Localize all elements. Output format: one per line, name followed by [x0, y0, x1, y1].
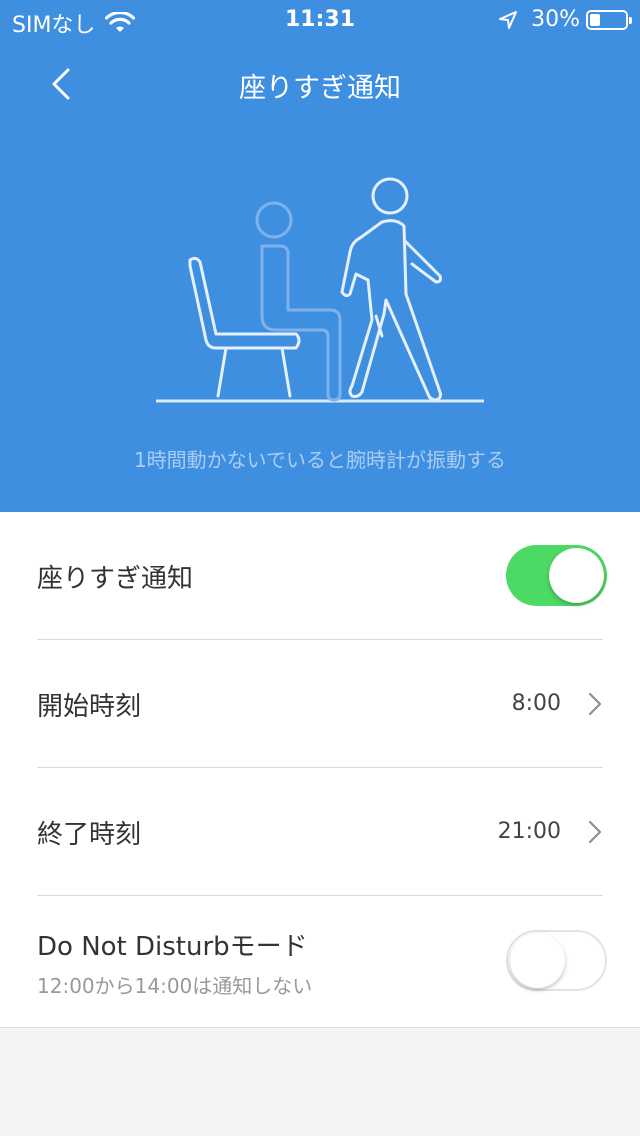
- page-title: 座りすぎ通知: [239, 73, 401, 104]
- end-time-row[interactable]: 終了時刻 21:00: [0, 768, 640, 896]
- sitting-person-figure: [255, 201, 342, 402]
- walking-person-figure: [340, 177, 442, 402]
- dnd-row[interactable]: Do Not Disturbモード 12:00から14:00は通知しない: [0, 896, 640, 1024]
- chevron-right-icon: [588, 820, 602, 844]
- start-time-row[interactable]: 開始時刻 8:00: [0, 640, 640, 768]
- end-time-label: 終了時刻: [37, 820, 142, 850]
- status-right: 30%: [497, 7, 632, 32]
- dnd-toggle[interactable]: [506, 930, 607, 991]
- end-time-value: 21:00: [497, 819, 561, 844]
- header-area: SIMなし 11:31 30% 座りすぎ通知 1時間動かないでいると腕時計が振動…: [0, 0, 640, 512]
- start-time-value: 8:00: [511, 691, 561, 716]
- toggle-knob: [510, 933, 565, 988]
- chair-figure: [188, 256, 301, 398]
- status-bar: SIMなし 11:31 30%: [0, 0, 640, 40]
- sitting-walking-person-illustration: [156, 177, 484, 403]
- sedentary-alert-toggle[interactable]: [506, 545, 607, 606]
- hero-description: 1時間動かないでいると腕時計が振動する: [133, 448, 507, 472]
- battery-percent: 30%: [531, 7, 580, 32]
- toggle-knob: [549, 548, 604, 603]
- settings-list: 座りすぎ通知 開始時刻 8:00 終了時刻 21:00 Do Not Distu…: [0, 512, 640, 1028]
- start-time-label: 開始時刻: [37, 692, 142, 722]
- dnd-sublabel: 12:00から14:00は通知しない: [37, 974, 313, 998]
- battery-cap: [629, 16, 632, 24]
- dnd-label: Do Not Disturbモード: [37, 932, 308, 962]
- chevron-right-icon: [588, 692, 602, 716]
- battery-icon: [586, 9, 632, 30]
- sedentary-alert-row[interactable]: 座りすぎ通知: [0, 512, 640, 640]
- location-arrow-icon: [499, 10, 518, 29]
- sedentary-alert-label: 座りすぎ通知: [37, 564, 194, 594]
- battery-level-fill: [590, 13, 600, 26]
